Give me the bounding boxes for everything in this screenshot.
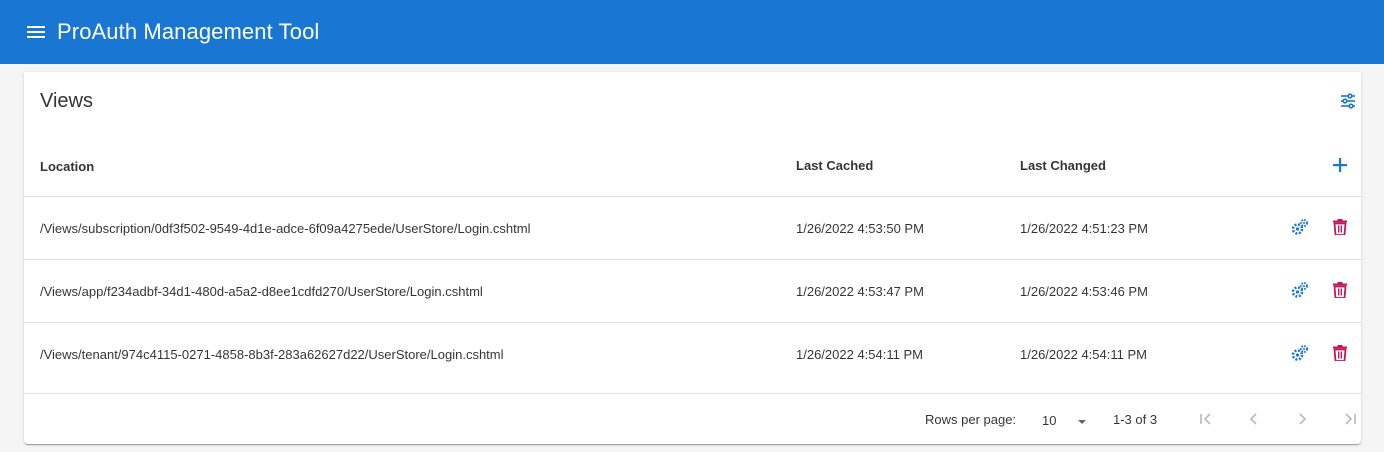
cell-last-changed: 1/26/2022 4:53:46 PM bbox=[1020, 284, 1148, 299]
delete-icon[interactable] bbox=[1330, 343, 1350, 363]
card-title: Views bbox=[40, 90, 93, 112]
first-page-icon[interactable] bbox=[1194, 407, 1218, 431]
pagination-range: 1-3 of 3 bbox=[1113, 412, 1158, 427]
cell-last-cached: 1/26/2022 4:54:11 PM bbox=[796, 347, 923, 362]
next-page-icon[interactable] bbox=[1290, 407, 1314, 431]
cell-last-changed: 1/26/2022 4:54:11 PM bbox=[1020, 347, 1147, 362]
cell-location: /Views/app/f234adbf-34d1-480d-a5a2-d8ee1… bbox=[40, 284, 483, 299]
delete-icon[interactable] bbox=[1330, 217, 1350, 237]
views-card: Views Location Last Cached Last Changed … bbox=[24, 72, 1361, 444]
last-page-icon[interactable] bbox=[1338, 407, 1362, 431]
menu-icon[interactable] bbox=[24, 20, 48, 44]
previous-page-icon[interactable] bbox=[1242, 407, 1266, 431]
table-pagination: Rows per page: 10 1-3 of 3 bbox=[24, 394, 1361, 444]
rows-per-page-select[interactable]: 10 bbox=[1041, 407, 1097, 433]
column-header-location[interactable]: Location bbox=[40, 159, 94, 174]
column-header-last-cached[interactable]: Last Cached bbox=[796, 158, 873, 173]
table-row: /Views/app/f234adbf-34d1-480d-a5a2-d8ee1… bbox=[24, 260, 1361, 323]
tune-icon[interactable] bbox=[1337, 90, 1359, 112]
cell-location: /Views/tenant/974c4115-0271-4858-8b3f-28… bbox=[40, 347, 504, 362]
table-row: /Views/subscription/0df3f502-9549-4d1e-a… bbox=[24, 197, 1361, 260]
plus-icon[interactable] bbox=[1329, 154, 1351, 176]
column-header-last-changed[interactable]: Last Changed bbox=[1020, 158, 1106, 173]
rows-per-page-value: 10 bbox=[1042, 413, 1057, 428]
cell-last-cached: 1/26/2022 4:53:47 PM bbox=[796, 284, 924, 299]
settings-gears-icon[interactable] bbox=[1290, 343, 1310, 363]
settings-gears-icon[interactable] bbox=[1290, 217, 1310, 237]
cell-location: /Views/subscription/0df3f502-9549-4d1e-a… bbox=[40, 221, 531, 236]
cell-last-cached: 1/26/2022 4:53:50 PM bbox=[796, 221, 924, 236]
table-row: /Views/tenant/974c4115-0271-4858-8b3f-28… bbox=[24, 323, 1361, 394]
app-bar: ProAuth Management Tool bbox=[0, 0, 1384, 64]
rows-per-page-label: Rows per page: bbox=[925, 412, 1017, 427]
settings-gears-icon[interactable] bbox=[1290, 280, 1310, 300]
chevron-down-icon bbox=[1077, 415, 1087, 430]
table-header: Location Last Cached Last Changed bbox=[24, 148, 1361, 197]
delete-icon[interactable] bbox=[1330, 280, 1350, 300]
cell-last-changed: 1/26/2022 4:51:23 PM bbox=[1020, 221, 1148, 236]
app-title: ProAuth Management Tool bbox=[57, 19, 320, 44]
